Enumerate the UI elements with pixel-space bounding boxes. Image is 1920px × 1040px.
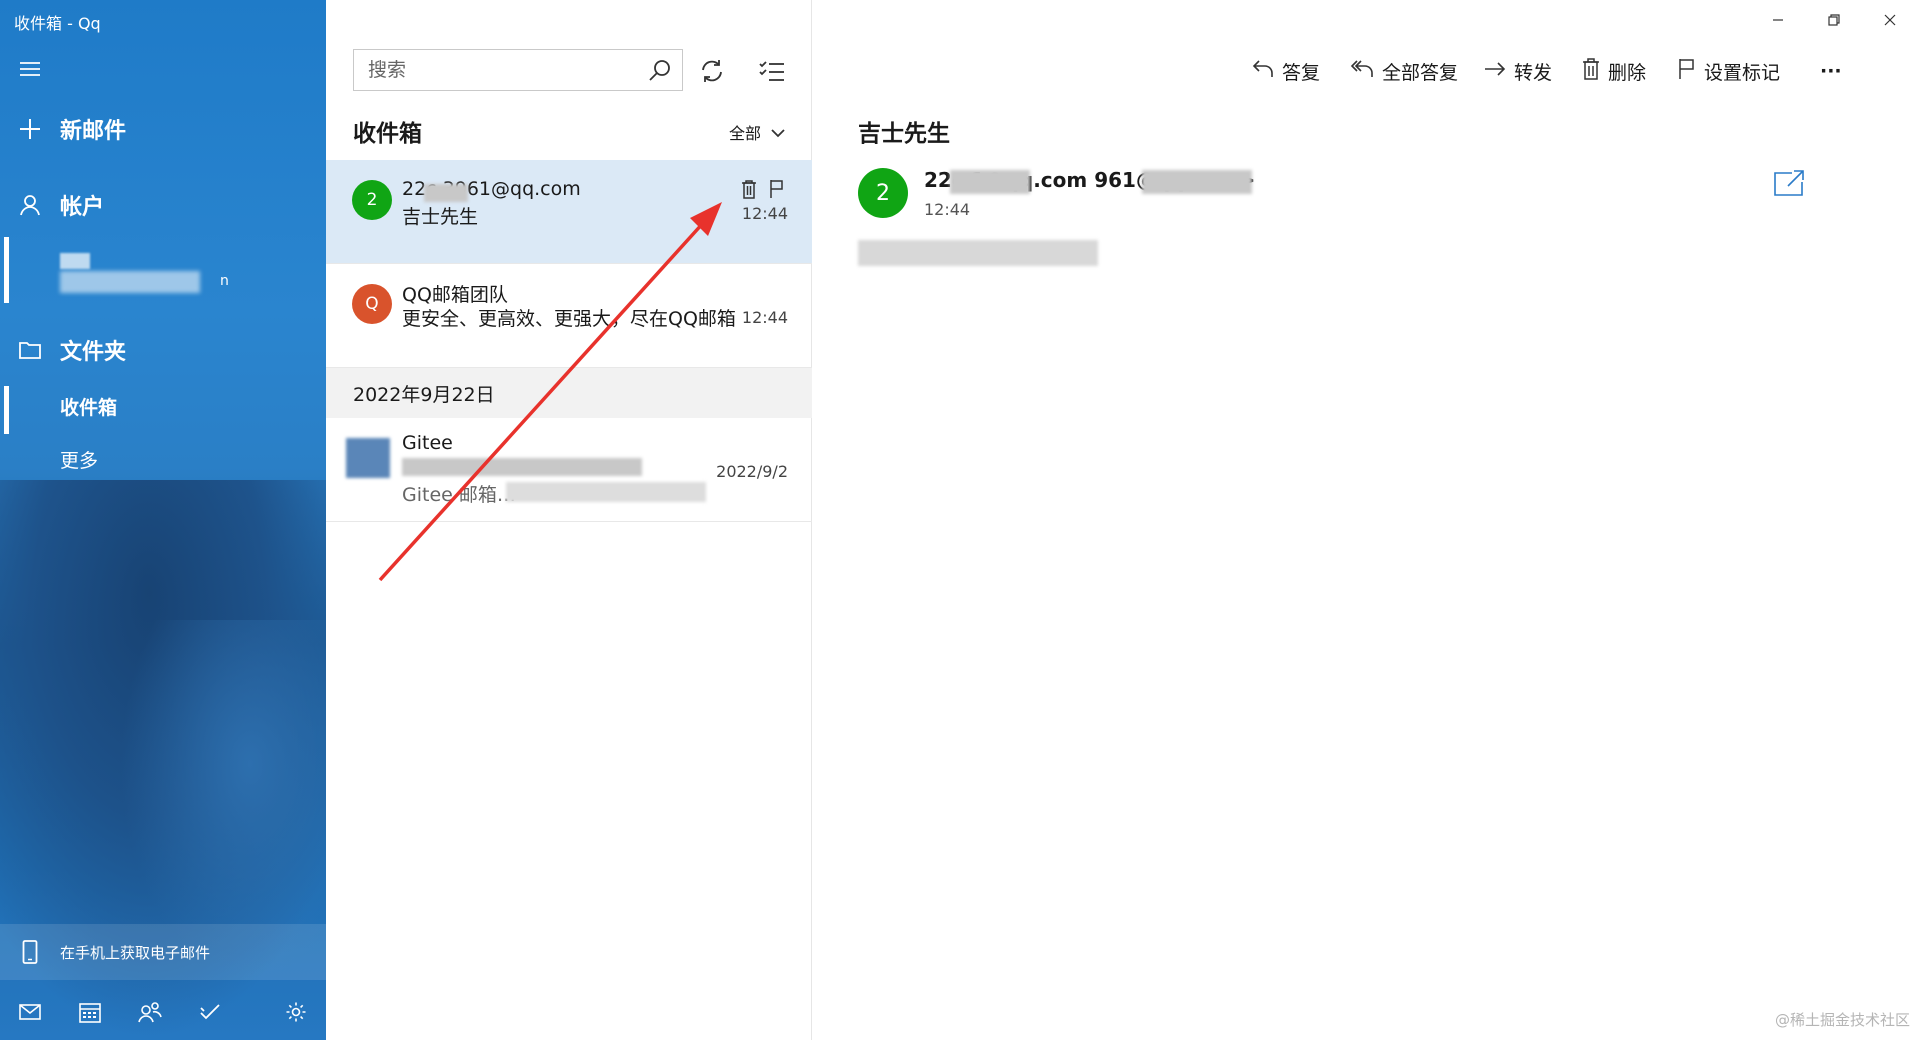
- hamburger-menu-button[interactable]: [0, 44, 326, 94]
- set-flag-button[interactable]: 设置标记: [1678, 54, 1780, 88]
- new-mail-label: 新邮件: [60, 119, 127, 144]
- calendar-icon[interactable]: [76, 998, 104, 1026]
- folders-label: 文件夹: [60, 340, 127, 365]
- redacted-account-name: [60, 253, 90, 269]
- forward-label: 转发: [1514, 61, 1553, 84]
- person-icon: [0, 194, 60, 216]
- folder-more[interactable]: 更多: [0, 437, 326, 481]
- redacted-preview: [506, 482, 706, 502]
- redacted-recipient-part: [1142, 170, 1252, 194]
- folder-icon: [0, 341, 60, 359]
- redacted-sender-part: [424, 184, 468, 202]
- filter-dropdown[interactable]: 全部: [729, 120, 785, 144]
- trash-icon: [1582, 57, 1600, 85]
- minimize-icon[interactable]: [1754, 6, 1802, 34]
- message-subject: 吉士先生: [402, 206, 479, 228]
- open-in-new-window-icon[interactable]: [1774, 170, 1804, 200]
- sync-icon[interactable]: [696, 55, 728, 87]
- redacted-account-email: [60, 271, 200, 293]
- message-sender: QQ邮箱团队: [402, 284, 508, 306]
- folder-inbox[interactable]: 收件箱: [0, 384, 326, 434]
- redacted-avatar: [346, 438, 390, 478]
- mail-icon[interactable]: [16, 998, 44, 1026]
- reply-icon: [1252, 59, 1274, 84]
- more-label: ···: [1820, 60, 1842, 82]
- people-icon[interactable]: [136, 998, 164, 1026]
- restore-icon[interactable]: [1810, 6, 1858, 34]
- message-sender: Gitee: [402, 432, 453, 454]
- selection-mode-icon[interactable]: [756, 55, 788, 87]
- gear-icon[interactable]: [282, 998, 310, 1026]
- sidebar: 收件箱 - Qq 新邮件 帐户 n 文件夹 收件箱 更多 在手机上获取电子邮件: [0, 0, 326, 1040]
- redacted-subject-line: [402, 458, 642, 476]
- delete-label: 删除: [1608, 61, 1647, 84]
- selection-indicator: [4, 237, 9, 303]
- message-time: 12:44: [924, 200, 971, 219]
- redacted-sender-part: [950, 170, 1030, 194]
- mail-app: 收件箱 - Qq 新邮件 帐户 n 文件夹 收件箱 更多 在手机上获取电子邮件 …: [0, 0, 1920, 1040]
- delete-button[interactable]: 删除: [1582, 54, 1646, 88]
- message-list-pane: 收件箱 全部 2 22c 3961@qq.com 吉士先生 12:44 Q QQ…: [326, 0, 812, 1040]
- window-title: 收件箱 - Qq: [14, 14, 101, 33]
- flag-icon: [1678, 58, 1696, 85]
- accounts-label: 帐户: [60, 195, 105, 220]
- reply-button[interactable]: 答复: [1252, 54, 1320, 88]
- watermark: @稀土掘金技术社区: [1774, 1011, 1910, 1029]
- search-input[interactable]: [354, 50, 624, 90]
- sender-avatar: Q: [352, 284, 392, 324]
- message-item[interactable]: Gitee Gitee 邮箱… 2022/9/2: [326, 418, 812, 522]
- reading-pane: 答复 全部答复 转发 删除 设置标记 ··· 吉士先生 2 22c 1@qq.c…: [812, 0, 1920, 1040]
- reply-all-button[interactable]: 全部答复: [1350, 54, 1458, 88]
- set-flag-label: 设置标记: [1704, 61, 1781, 84]
- app-switcher-bar: [0, 984, 326, 1040]
- hamburger-icon: [0, 61, 60, 77]
- forward-button[interactable]: 转发: [1484, 54, 1552, 88]
- close-icon[interactable]: [1866, 6, 1914, 34]
- message-item[interactable]: 2 22c 3961@qq.com 吉士先生 12:44: [326, 160, 812, 264]
- get-mail-on-phone-button[interactable]: 在手机上获取电子邮件: [0, 924, 326, 980]
- more-actions-button[interactable]: ···: [1820, 54, 1842, 88]
- selection-indicator: [4, 386, 9, 434]
- message-time: 12:44: [741, 204, 788, 223]
- reply-all-icon: [1350, 59, 1374, 84]
- reply-all-label: 全部答复: [1382, 61, 1459, 84]
- forward-icon: [1484, 60, 1506, 82]
- phone-icon: [0, 940, 60, 964]
- phone-prompt-label: 在手机上获取电子邮件: [60, 943, 211, 962]
- flag-icon[interactable]: [766, 178, 788, 200]
- accounts-button[interactable]: 帐户: [0, 180, 326, 230]
- message-subject-heading: 吉士先生: [858, 121, 950, 147]
- date-group-header: 2022年9月22日: [326, 368, 812, 418]
- message-subject: 更安全、更高效、更强大，尽在QQ邮箱: [402, 308, 736, 330]
- plus-icon: [0, 118, 60, 140]
- redacted-body: [858, 240, 1098, 266]
- message-preview: Gitee 邮箱…: [402, 484, 516, 506]
- reply-label: 答复: [1282, 61, 1321, 84]
- sender-avatar: 2: [858, 168, 908, 218]
- account-entry[interactable]: n: [0, 235, 326, 307]
- account-email-tail: n: [220, 273, 229, 289]
- folder-more-label: 更多: [60, 449, 99, 472]
- message-time: 2022/9/2: [716, 462, 788, 481]
- message-time: 12:44: [741, 308, 788, 327]
- sender-avatar: 2: [352, 180, 392, 220]
- folder-inbox-label: 收件箱: [60, 396, 118, 419]
- filter-label: 全部: [728, 124, 761, 143]
- folders-button[interactable]: 文件夹: [0, 325, 326, 375]
- new-mail-button[interactable]: 新邮件: [0, 104, 326, 154]
- chevron-down-icon: [771, 123, 785, 142]
- list-title: 收件箱: [353, 121, 422, 147]
- search-box: [353, 49, 683, 91]
- message-item[interactable]: Q QQ邮箱团队 更安全、更高效、更强大，尽在QQ邮箱 12:44: [326, 264, 812, 368]
- todo-icon[interactable]: [196, 998, 224, 1026]
- search-icon[interactable]: [648, 58, 672, 86]
- delete-icon[interactable]: [738, 178, 760, 200]
